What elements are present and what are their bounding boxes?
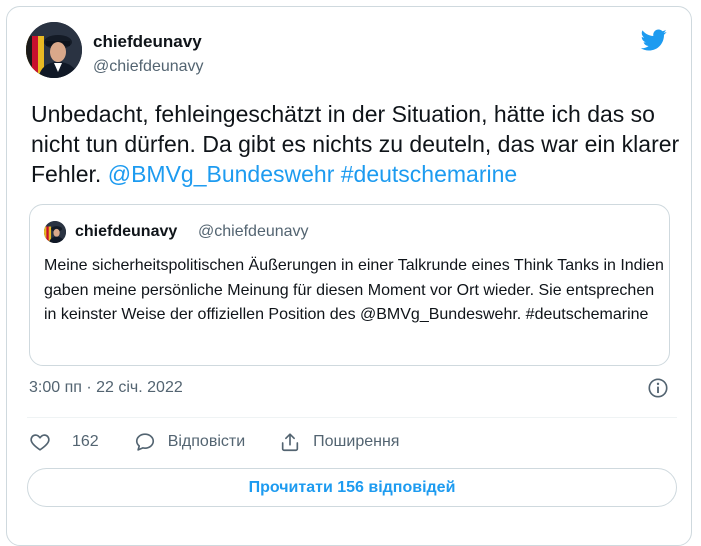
reply-button[interactable]: Відповісти (134, 431, 245, 453)
quoted-author-name: chiefdeunavy (75, 223, 178, 240)
tweet-mention-link[interactable]: @BMVg_Bundeswehr (108, 161, 335, 187)
heart-icon (30, 434, 50, 451)
author-handle[interactable]: @chiefdeunavy (93, 58, 204, 76)
tweet-hashtag-link[interactable]: #deutschemarine (341, 161, 517, 187)
reply-label: Відповісти (167, 433, 246, 450)
quoted-tweet[interactable]: chiefdeunavy @chiefdeunavy Meine sicherh… (29, 204, 670, 366)
author-avatar[interactable] (26, 22, 82, 78)
tweet-timestamp[interactable]: 3:00 пп · 22 січ. 2022 (29, 379, 183, 397)
twitter-bird-icon[interactable] (639, 27, 669, 53)
like-count: 162 (72, 433, 99, 450)
share-button[interactable]: Поширення (279, 431, 399, 453)
info-icon[interactable] (647, 377, 669, 399)
divider (27, 417, 677, 418)
quoted-text: Meine sicherheitspolitischen Äußerungen … (44, 257, 664, 323)
read-replies-button[interactable]: Прочитати 156 відповідей (27, 468, 677, 507)
action-bar: 162 Відповісти Поширення (29, 427, 399, 457)
author-name[interactable]: chiefdeunavy (93, 32, 202, 52)
share-label: Поширення (313, 433, 400, 450)
share-icon (281, 433, 299, 452)
tweet-card: chiefdeunavy @chiefdeunavy Unbedacht, fe… (6, 6, 692, 546)
like-button[interactable]: 162 (29, 431, 99, 453)
reply-bubble-icon (135, 433, 154, 451)
quoted-avatar (44, 221, 66, 243)
tweet-text: Unbedacht, fehleingeschätzt in der Situa… (31, 99, 681, 189)
quoted-author-handle: @chiefdeunavy (198, 223, 309, 240)
